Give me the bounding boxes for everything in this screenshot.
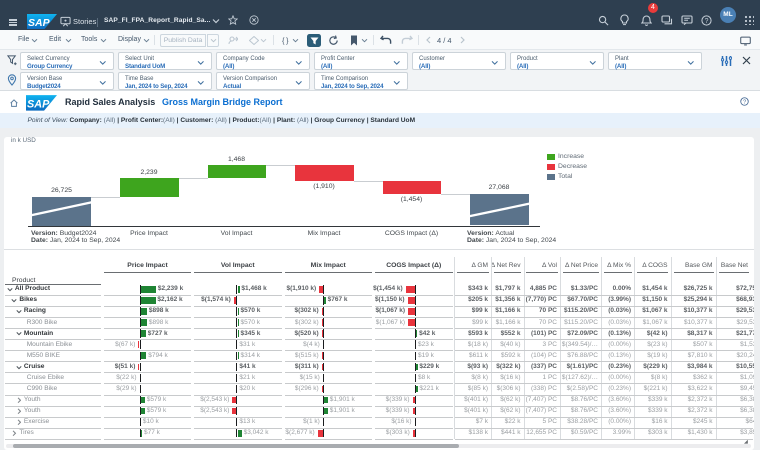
svg-text:?: ? <box>705 18 709 25</box>
svg-text:SAP: SAP <box>27 98 50 110</box>
svg-text:SAP: SAP <box>28 17 51 29</box>
svg-text:?: ? <box>743 99 746 105</box>
